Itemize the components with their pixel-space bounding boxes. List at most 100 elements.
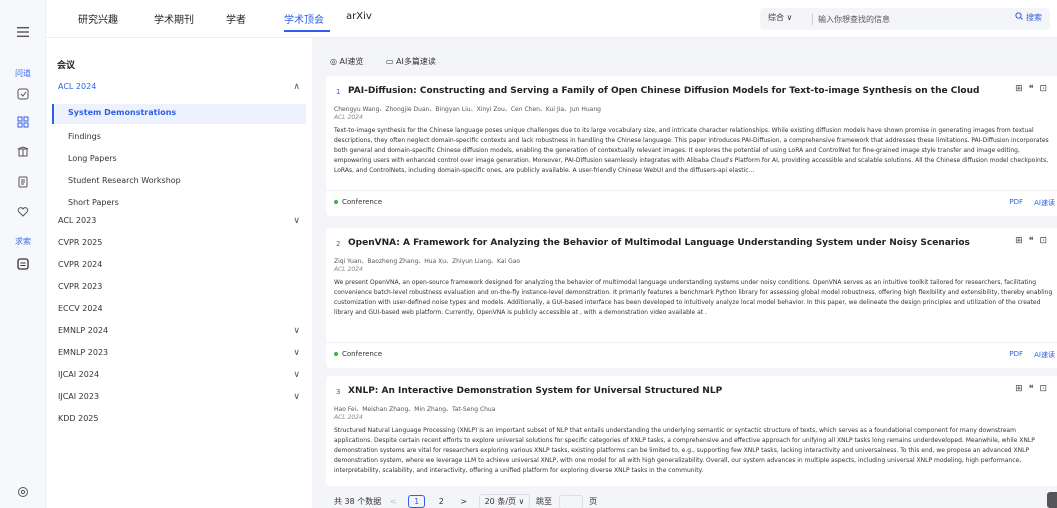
paper-tag-label: Conference (342, 350, 383, 358)
ai-read-link[interactable]: AI速读 (1034, 198, 1055, 208)
conf-group-acl-2024[interactable]: ACL 2024 ∧ (58, 82, 306, 98)
conf-group-label: CVPR 2025 (58, 238, 103, 247)
conf-sub-student-research-workshop[interactable]: Student Research Workshop (68, 176, 181, 185)
search-button[interactable]: 搜索 (1015, 12, 1042, 23)
paper-title[interactable]: OpenVNA: A Framework for Analyzing the B… (348, 238, 970, 248)
tab-conferences[interactable]: 学术顶会 (284, 11, 324, 26)
status-dot (334, 200, 338, 204)
paper-tag: Conference (334, 198, 382, 206)
paper-card: 1 PAI-Diffusion: Constructing and Servin… (326, 76, 1057, 216)
paper-authors: Chengyu Wang、Zhongjie Duan、Bingyan Liu、X… (334, 106, 601, 113)
rail-label-qiusuo[interactable]: 求索 (0, 236, 46, 247)
ai-multi-read-button[interactable]: ▭ AI多篇速读 (386, 57, 446, 66)
add-icon[interactable]: ⊞ (1015, 384, 1029, 394)
conf-group-ijcai-2023[interactable]: IJCAI 2023 ∨ (58, 392, 306, 408)
conf-sub-system-demonstrations[interactable]: System Demonstrations (68, 108, 176, 117)
ai-read-link[interactable]: AI速读 (1034, 350, 1055, 360)
chevron-down-icon: ∨ (293, 392, 300, 402)
active-item-bar (52, 104, 54, 124)
divider (812, 14, 813, 25)
main-content: ◎ AI速览 ▭ AI多篇速读 1 PAI-Diffusion: Constru… (326, 38, 1057, 508)
grid-icon[interactable] (0, 116, 46, 131)
conf-group-label: ECCV 2024 (58, 304, 103, 313)
rail-label-wendao[interactable]: 问道 (0, 68, 46, 79)
search-icon (1015, 12, 1024, 20)
chevron-down-icon: ∨ (293, 348, 300, 358)
next-page-button[interactable]: > (460, 497, 467, 506)
search-input[interactable] (818, 11, 988, 27)
conf-group-label: ACL 2024 (58, 82, 97, 91)
paper-authors: Ziqi Yuan、Baozheng Zhang、Hua Xu、Zhiyun L… (334, 258, 521, 265)
conf-group-label: EMNLP 2023 (58, 348, 109, 357)
paper-tag: Conference (334, 350, 382, 358)
jump-label: 跳至 (535, 497, 552, 506)
search-bar: 综合 ∨ 搜索 (760, 8, 1050, 30)
page-1-button[interactable]: 1 (408, 495, 426, 508)
conf-group-label: IJCAI 2023 (58, 392, 100, 401)
tab-journals[interactable]: 学术期刊 (154, 11, 194, 26)
chevron-up-icon: ∧ (293, 82, 300, 92)
heart-icon[interactable] (0, 206, 46, 221)
conf-group-eccv-2024[interactable]: ECCV 2024 (58, 304, 306, 320)
conf-group-emnlp-2024[interactable]: EMNLP 2024 ∨ (58, 326, 306, 342)
conf-group-label: CVPR 2023 (58, 282, 103, 291)
conference-panel: 会议 ACL 2024 ∧ System Demonstrations Find… (46, 38, 312, 508)
translate-icon[interactable]: ⊡ (1039, 84, 1053, 94)
add-icon[interactable]: ⊞ (1015, 84, 1029, 94)
search-scope-select[interactable]: 综合 ∨ (768, 12, 792, 23)
quote-icon[interactable]: ❝ (1029, 384, 1040, 394)
paper-venue: ACL 2024 (334, 414, 363, 421)
divider (326, 342, 1057, 343)
tab-scholars[interactable]: 学者 (226, 11, 246, 26)
divider (326, 190, 1057, 191)
add-icon[interactable]: ⊞ (1015, 236, 1029, 246)
conf-sub-short-papers[interactable]: Short Papers (68, 198, 119, 207)
quote-icon[interactable]: ❝ (1029, 84, 1040, 94)
floating-action-button[interactable] (1047, 492, 1057, 508)
conf-group-label: CVPR 2024 (58, 260, 103, 269)
conf-sub-findings[interactable]: Findings (68, 132, 101, 141)
conf-group-ijcai-2024[interactable]: IJCAI 2024 ∨ (58, 370, 306, 386)
paper-venue: ACL 2024 (334, 114, 363, 121)
paper-title[interactable]: XNLP: An Interactive Demonstration Syste… (348, 386, 722, 396)
conf-group-cvpr-2024[interactable]: CVPR 2024 (58, 260, 306, 276)
settings-icon[interactable] (0, 486, 46, 501)
page-size-select[interactable]: 20 条/页 ∨ (478, 494, 531, 508)
paper-venue: ACL 2024 (334, 266, 363, 273)
ai-browse-label: AI速览 (339, 57, 364, 66)
jump-page-input[interactable] (558, 494, 583, 508)
conf-group-emnlp-2023[interactable]: EMNLP 2023 ∨ (58, 348, 306, 364)
quote-icon[interactable]: ❝ (1029, 236, 1040, 246)
translate-icon[interactable]: ⊡ (1039, 384, 1053, 394)
chat-icon[interactable] (0, 258, 46, 273)
conf-group-label: ACL 2023 (58, 216, 97, 225)
page-2-button[interactable]: 2 (434, 496, 449, 507)
paper-actions: ⊞❝⊡ (1015, 384, 1053, 394)
library-icon[interactable] (0, 146, 46, 161)
pdf-link[interactable]: PDF (1009, 350, 1023, 358)
ai-multi-label: AI多篇速读 (396, 57, 436, 66)
paper-abstract: We present OpenVNA, an open-source frame… (334, 279, 1053, 316)
prev-page-button[interactable]: < (390, 497, 397, 506)
document-icon[interactable] (0, 176, 46, 191)
conf-group-label: KDD 2025 (58, 414, 99, 423)
active-tab-indicator (284, 30, 330, 32)
conf-group-cvpr-2025[interactable]: CVPR 2025 (58, 238, 306, 254)
pagination: 共 38 个数据 < 1 2 > 20 条/页 ∨ 跳至 页 (334, 494, 597, 508)
paper-title[interactable]: PAI-Diffusion: Constructing and Serving … (348, 86, 979, 96)
conf-group-label: EMNLP 2024 (58, 326, 109, 335)
menu-icon[interactable] (0, 26, 46, 40)
tab-research-interest[interactable]: 研究兴趣 (78, 11, 118, 26)
conf-group-acl-2023[interactable]: ACL 2023 ∨ (58, 216, 306, 232)
pdf-link[interactable]: PDF (1009, 198, 1023, 206)
bookmark-icon[interactable] (0, 88, 46, 103)
conf-sub-long-papers[interactable]: Long Papers (68, 154, 117, 163)
conf-group-kdd-2025[interactable]: KDD 2025 (58, 414, 306, 430)
translate-icon[interactable]: ⊡ (1039, 236, 1053, 246)
tab-arxiv[interactable]: arXiv (346, 11, 372, 22)
ai-browse-button[interactable]: ◎ AI速览 (330, 57, 373, 66)
paper-abstract: Structured Natural Language Processing (… (334, 427, 1035, 474)
app-root: 问道 求索 研究兴趣 学术期刊 学者 学术顶会 arXiv 综合 ∨ 输入你想查… (0, 0, 1057, 508)
paper-authors: Hao Fei、Meishan Zhang、Min Zhang、Tat-Seng… (334, 406, 496, 413)
conf-group-cvpr-2023[interactable]: CVPR 2023 (58, 282, 306, 298)
